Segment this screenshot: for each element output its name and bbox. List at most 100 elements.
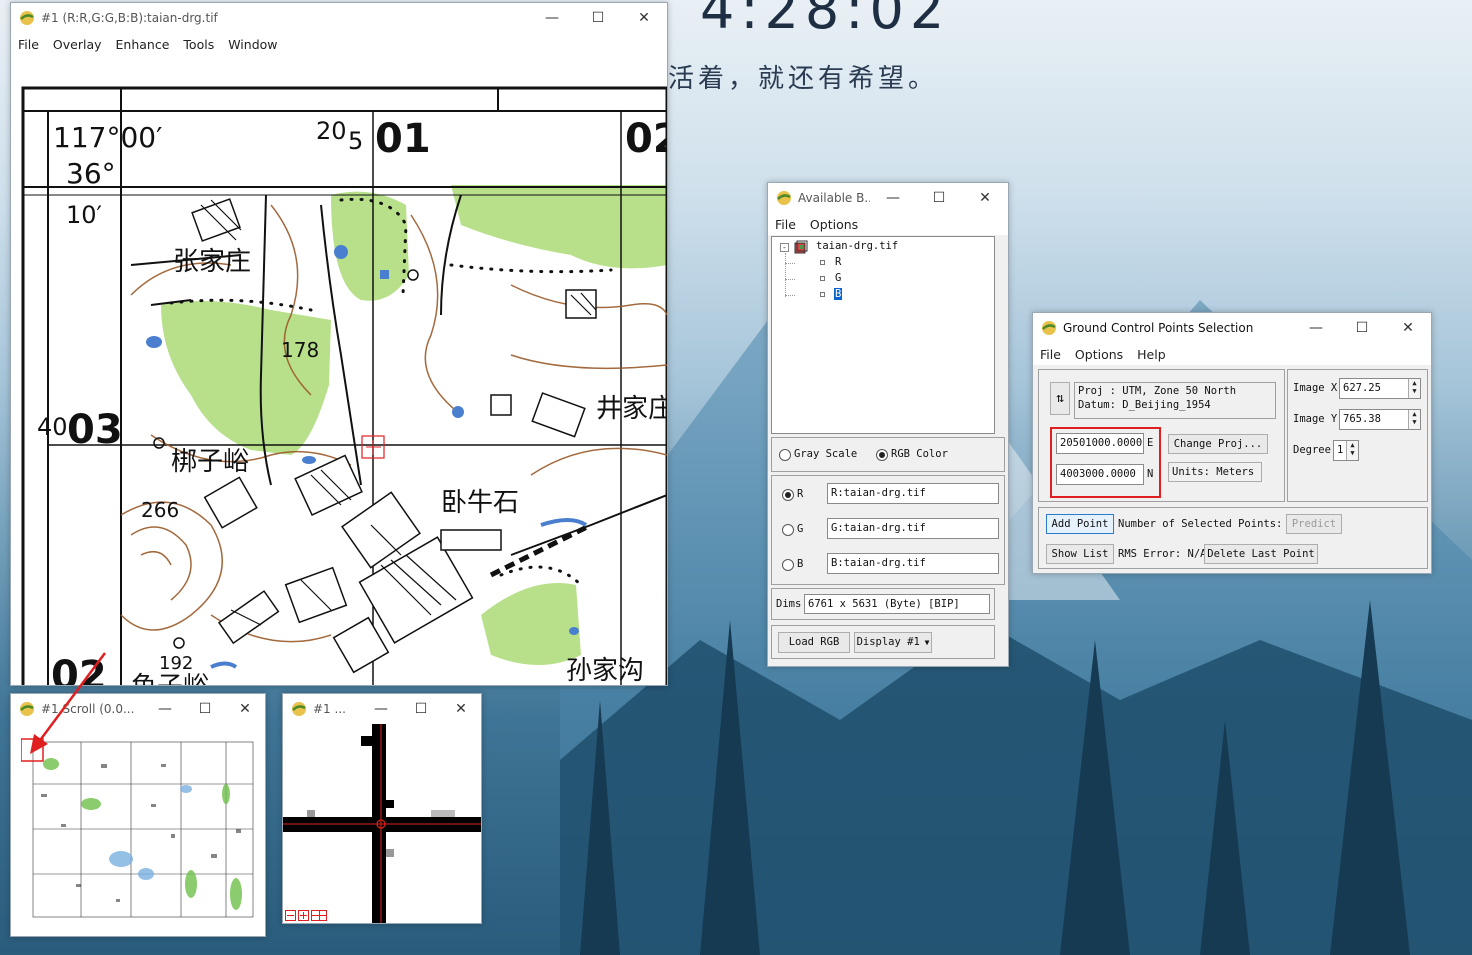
zoom-window[interactable]: #1 ... — ☐ ✕ <box>282 693 482 924</box>
menu-help[interactable]: Help <box>1130 347 1173 362</box>
band-r-field[interactable]: R:taian-drg.tif <box>827 483 999 504</box>
swap-arrows-button[interactable]: ⇅ <box>1050 382 1070 415</box>
bands-window-titlebar[interactable]: Available B... — ☐ ✕ <box>768 183 1008 213</box>
menu-overlay[interactable]: Overlay <box>46 37 109 52</box>
topographic-map[interactable]: 117°00′ 36° 10′ 20 5 01 02 40 03 02 张家庄 … <box>11 55 667 685</box>
predict-button[interactable]: Predict <box>1286 514 1342 534</box>
show-list-button[interactable]: Show List <box>1046 544 1114 564</box>
map-place-zhangjiazhuang: 张家庄 <box>173 247 251 277</box>
add-point-button[interactable]: Add Point <box>1046 514 1114 534</box>
image-x-label: Image X <box>1293 382 1338 394</box>
image-window[interactable]: #1 (R:R,G:G,B:B):taian-drg.tif — ☐ ✕ Fil… <box>10 2 668 686</box>
band-tree[interactable]: - taian-drg.tif R G B <box>771 236 995 434</box>
close-button[interactable]: ✕ <box>962 183 1008 213</box>
image-x-input[interactable]: 627.25 ▲ ▼ <box>1339 378 1421 399</box>
dims-label: Dims <box>776 598 802 610</box>
degree-value: 1 <box>1337 444 1344 456</box>
scroll-overview-image[interactable] <box>21 734 265 924</box>
image-y-label: Image Y <box>1293 413 1338 425</box>
annotation-arrow <box>30 652 107 754</box>
tree-band-g[interactable]: G <box>835 272 841 284</box>
tree-band-b-selected[interactable]: B <box>834 288 843 300</box>
display-mode-panel: Gray Scale RGB Color <box>771 437 1005 472</box>
band-g-field[interactable]: G:taian-drg.tif <box>827 518 999 539</box>
maximize-button[interactable]: ☐ <box>185 694 225 724</box>
close-button[interactable]: ✕ <box>441 694 481 724</box>
close-button[interactable]: ✕ <box>225 694 265 724</box>
zoom-crosshair-toggle[interactable] <box>311 910 327 921</box>
tree-collapse-icon[interactable]: - <box>780 243 789 252</box>
gray-scale-radio[interactable] <box>779 449 791 461</box>
band-g-radio[interactable] <box>782 524 794 536</box>
rgb-color-radio[interactable] <box>876 449 888 461</box>
gcp-selection-window[interactable]: Ground Control Points Selection — ☐ ✕ Fi… <box>1032 312 1432 574</box>
menu-file[interactable]: File <box>1033 347 1068 362</box>
change-projection-button[interactable]: Change Proj... <box>1168 434 1268 454</box>
close-button[interactable]: ✕ <box>621 3 667 33</box>
tree-band-r[interactable]: R <box>835 256 841 268</box>
minimize-button[interactable]: — <box>361 694 401 724</box>
menu-file[interactable]: File <box>11 37 46 52</box>
desktop-clock: 4:28:02 <box>700 0 951 41</box>
load-rgb-button[interactable]: Load RGB <box>778 632 850 653</box>
maximize-button[interactable]: ☐ <box>575 3 621 33</box>
menu-enhance[interactable]: Enhance <box>109 37 177 52</box>
minimize-button[interactable]: — <box>870 183 916 213</box>
rms-error-label: RMS Error: N/A <box>1118 548 1207 560</box>
maximize-button[interactable]: ☐ <box>916 183 962 213</box>
close-button[interactable]: ✕ <box>1385 313 1431 343</box>
menu-options[interactable]: Options <box>1068 347 1130 362</box>
image-coordinate-panel: Image X 627.25 ▲ ▼ Image Y 765.38 ▲ ▼ Degr… <box>1287 369 1428 502</box>
maximize-button[interactable]: ☐ <box>401 694 441 724</box>
image-x-spinner[interactable]: ▲ ▼ <box>1408 379 1420 398</box>
menu-options[interactable]: Options <box>803 217 865 232</box>
image-y-value: 765.38 <box>1343 413 1381 425</box>
envi-globe-icon <box>777 191 791 205</box>
maximize-button[interactable]: ☐ <box>1339 313 1385 343</box>
projection-line: Proj : UTM, Zone 50 North <box>1078 385 1237 397</box>
display-dropdown-label: Display #1 <box>856 636 920 648</box>
tree-band-b-icon <box>820 292 825 297</box>
menu-file[interactable]: File <box>768 217 803 232</box>
band-b-field[interactable]: B:taian-drg.tif <box>827 553 999 574</box>
chevron-down-icon: ▼ <box>919 638 930 647</box>
zoom-pixels <box>283 724 481 923</box>
gray-scale-label: Gray Scale <box>794 448 858 460</box>
delete-last-point-button[interactable]: Delete Last Point <box>1204 544 1318 564</box>
display-dropdown-button[interactable]: Display #1 ▼ <box>854 632 932 653</box>
envi-globe-icon <box>292 702 306 716</box>
image-window-titlebar[interactable]: #1 (R:R,G:G,B:B):taian-drg.tif — ☐ ✕ <box>11 3 667 33</box>
menu-window[interactable]: Window <box>221 37 284 52</box>
band-r-radio[interactable] <box>782 489 794 501</box>
degree-input[interactable]: 1 ▲ ▼ <box>1333 440 1359 461</box>
desktop-slogan: 活着，就还有希望。 <box>668 64 939 94</box>
zoom-in-button[interactable] <box>298 910 309 921</box>
bands-window-menubar: File Options <box>768 213 1008 235</box>
map-label-longitude: 117°00′ <box>53 121 162 154</box>
image-window-menubar: File Overlay Enhance Tools Window <box>11 33 667 55</box>
gcp-window-titlebar[interactable]: Ground Control Points Selection — ☐ ✕ <box>1033 313 1431 343</box>
menu-tools[interactable]: Tools <box>176 37 221 52</box>
map-grid-02: 02 <box>625 116 667 162</box>
map-label-latitude: 36° <box>66 157 116 190</box>
zoom-window-titlebar[interactable]: #1 ... — ☐ ✕ <box>283 694 481 724</box>
minimize-button[interactable]: — <box>145 694 185 724</box>
zoom-window-title: #1 ... <box>313 702 346 716</box>
map-place-sunjiagou: 孙家沟 <box>566 656 644 685</box>
tree-file-name[interactable]: taian-drg.tif <box>816 240 898 252</box>
degree-spinner[interactable]: ▲ ▼ <box>1346 441 1358 460</box>
map-grid-4003-prefix: 40 <box>37 413 68 441</box>
zoom-out-button[interactable] <box>285 910 296 921</box>
zoom-image[interactable] <box>283 724 481 923</box>
map-place-jingjiazhuang: 井家庄 <box>596 394 667 424</box>
minimize-button[interactable]: — <box>1293 313 1339 343</box>
projection-info-box: Proj : UTM, Zone 50 North Datum: D_Beiji… <box>1074 382 1276 419</box>
map-elevation-192: 192 <box>159 653 193 674</box>
map-canvas[interactable]: 117°00′ 36° 10′ 20 5 01 02 40 03 02 张家庄 … <box>11 55 667 685</box>
image-y-spinner[interactable]: ▲ ▼ <box>1408 410 1420 429</box>
image-y-input[interactable]: 765.38 ▲ ▼ <box>1339 409 1421 430</box>
minimize-button[interactable]: — <box>529 3 575 33</box>
image-window-title: #1 (R:R,G:G,B:B):taian-drg.tif <box>41 11 218 25</box>
available-bands-window[interactable]: Available B... — ☐ ✕ File Options - taia… <box>767 182 1009 667</box>
band-b-radio[interactable] <box>782 559 794 571</box>
